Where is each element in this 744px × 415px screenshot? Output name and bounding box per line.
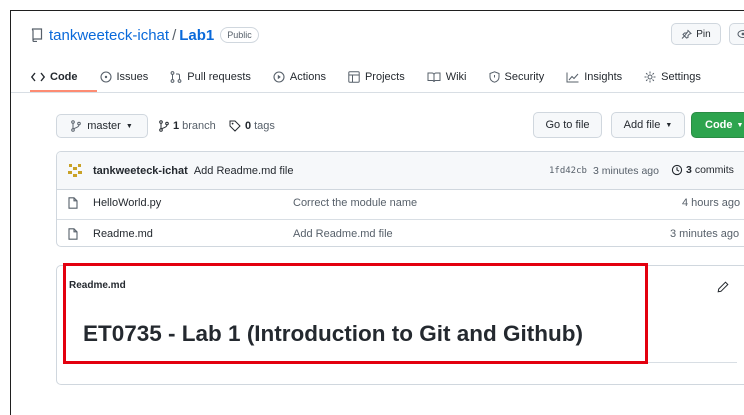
branch-name: master: [87, 120, 121, 132]
branch-select-button[interactable]: master ▼: [56, 114, 148, 138]
pin-icon: [681, 29, 693, 40]
tag-count-label: tags: [254, 120, 275, 132]
graph-icon: [566, 72, 579, 82]
repo-icon: [31, 28, 43, 42]
tab-label: Insights: [584, 71, 623, 83]
tab-actions[interactable]: Actions: [273, 66, 326, 88]
go-to-file-button[interactable]: Go to file: [533, 112, 602, 138]
tab-security[interactable]: Security: [489, 66, 545, 88]
chevron-down-icon: ▼: [665, 121, 673, 129]
tab-label: Actions: [289, 71, 326, 83]
tab-label: Wiki: [445, 71, 467, 83]
git-pull-request-icon: [170, 71, 182, 83]
code-button[interactable]: Code ▼: [691, 112, 744, 138]
browser-frame: tankweeteck-ichat / Lab1 Public Pin Code…: [10, 10, 744, 415]
tab-issues[interactable]: Issues: [99, 66, 149, 88]
eye-icon: [737, 29, 744, 39]
repo-separator: /: [172, 26, 177, 44]
file-name-link[interactable]: HelloWorld.py: [93, 197, 161, 209]
tabs-divider: [11, 92, 744, 93]
visibility-badge: Public: [220, 27, 259, 43]
file-row[interactable]: HelloWorld.py Correct the module name 4 …: [57, 189, 744, 218]
issue-opened-icon: [99, 71, 112, 83]
commit-time: 3 minutes ago: [593, 165, 659, 177]
branch-count-label: branch: [182, 120, 216, 132]
play-icon: [273, 71, 285, 83]
go-to-file-label: Go to file: [545, 119, 590, 131]
pin-button[interactable]: Pin: [671, 23, 721, 45]
tab-settings[interactable]: Settings: [644, 66, 701, 88]
tab-label: Settings: [661, 71, 701, 83]
repo-name-link[interactable]: Lab1: [179, 27, 214, 44]
highlight-box: [63, 263, 648, 364]
tab-label: Pull requests: [187, 71, 251, 83]
file-name-link[interactable]: Readme.md: [93, 228, 153, 240]
tab-projects[interactable]: Projects: [348, 66, 405, 88]
chevron-down-icon: ▼: [125, 122, 133, 130]
history-icon: [671, 164, 683, 176]
tab-code[interactable]: Code: [31, 66, 78, 88]
tag-count: 0: [245, 120, 252, 132]
branch-count: 1: [173, 120, 180, 132]
file-icon: [68, 197, 78, 212]
tab-pull-requests[interactable]: Pull requests: [170, 66, 251, 88]
file-commit-time: 3 minutes ago: [670, 228, 740, 240]
branches-link[interactable]: 1 branch: [159, 114, 216, 138]
watch-button[interactable]: [729, 23, 744, 45]
code-icon: [31, 72, 45, 82]
tag-icon: [229, 120, 241, 132]
code-button-label: Code: [705, 119, 733, 131]
pin-label: Pin: [696, 28, 711, 40]
commit-author-link[interactable]: tankweeteck-ichat: [93, 165, 188, 177]
avatar[interactable]: [67, 162, 83, 183]
table-icon: [348, 71, 360, 83]
file-commit-time: 4 hours ago: [682, 197, 741, 209]
tab-label: Code: [50, 71, 78, 83]
repo-nav-tabs: Code Issues Pull requests Actions Projec…: [31, 66, 723, 88]
file-row[interactable]: Readme.md Add Readme.md file 3 minutes a…: [57, 219, 744, 246]
file-browser: tankweeteck-ichat Add Readme.md file 1fd…: [56, 151, 744, 247]
git-branch-icon: [159, 120, 169, 132]
tab-insights[interactable]: Insights: [566, 66, 622, 88]
file-commit-message-link[interactable]: Correct the module name: [293, 197, 417, 209]
tab-label: Issues: [116, 71, 149, 83]
tab-label: Security: [504, 71, 545, 83]
commits-link[interactable]: 3 commits: [671, 164, 734, 176]
shield-icon: [489, 71, 499, 83]
commit-count-label: commits: [694, 164, 734, 176]
repo-header: tankweeteck-ichat / Lab1 Public: [31, 25, 259, 45]
file-commit-message-link[interactable]: Add Readme.md file: [293, 228, 393, 240]
tab-label: Projects: [364, 71, 405, 83]
gear-icon: [644, 71, 656, 83]
tab-wiki[interactable]: Wiki: [427, 66, 467, 88]
tags-link[interactable]: 0 tags: [229, 114, 275, 138]
latest-commit-summary: tankweeteck-ichat Add Readme.md file: [93, 165, 294, 177]
commit-count: 3: [686, 164, 692, 176]
add-file-button[interactable]: Add file ▼: [611, 112, 685, 138]
repo-owner-link[interactable]: tankweeteck-ichat: [49, 27, 169, 44]
commit-sha-link[interactable]: 1fd42cb: [549, 166, 587, 176]
pencil-icon[interactable]: [717, 280, 729, 298]
add-file-label: Add file: [623, 119, 661, 131]
chevron-down-icon: ▼: [736, 121, 744, 129]
commit-message-link[interactable]: Add Readme.md file: [194, 165, 294, 177]
book-icon: [427, 72, 441, 82]
latest-commit-bar: tankweeteck-ichat Add Readme.md file 1fd…: [57, 152, 744, 190]
file-icon: [68, 228, 78, 243]
git-branch-icon: [71, 120, 82, 132]
